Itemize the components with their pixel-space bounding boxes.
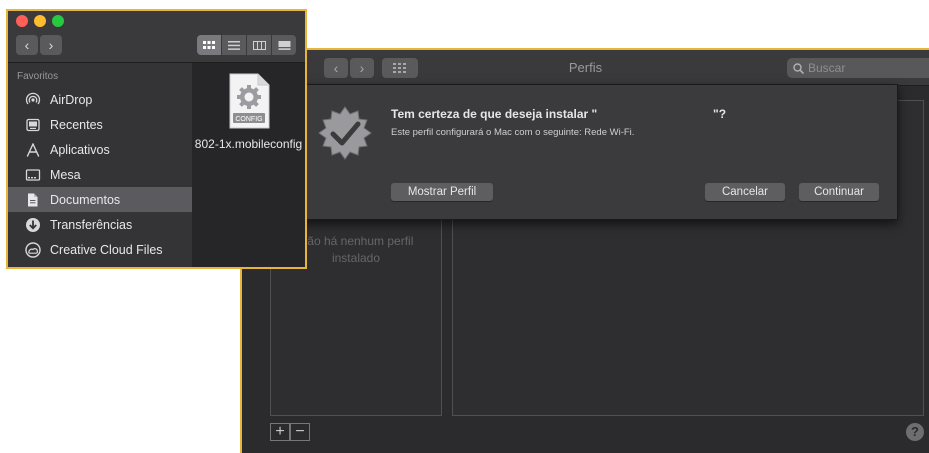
finder-nav: ‹ › bbox=[16, 35, 62, 55]
finder-toolbar: ‹ › bbox=[8, 11, 305, 63]
help-button[interactable]: ? bbox=[906, 423, 924, 441]
traffic-lights bbox=[16, 15, 64, 27]
search-field[interactable]: Buscar bbox=[787, 58, 929, 78]
sidebar-item-label: Aplicativos bbox=[50, 142, 110, 157]
icon-view-icon bbox=[203, 41, 215, 49]
install-confirmation-sheet: Tem certeza de que deseja instalar " "? … bbox=[296, 84, 898, 220]
sidebar-item-transferencias[interactable]: Transferências bbox=[8, 212, 192, 237]
desktop-icon bbox=[25, 168, 41, 181]
finder-window: ‹ › Favoritos AirDrop Recentes Aplicativ… bbox=[6, 9, 307, 269]
favorites-header: Favoritos bbox=[17, 71, 59, 82]
sidebar-item-label: AirDrop bbox=[50, 92, 93, 107]
sidebar-item-airdrop[interactable]: AirDrop bbox=[8, 87, 192, 112]
sidebar-item-label: Creative Cloud Files bbox=[50, 242, 163, 257]
column-view-icon bbox=[252, 40, 266, 50]
finder-back-button[interactable]: ‹ bbox=[16, 35, 38, 55]
minimize-window-button[interactable] bbox=[34, 15, 46, 27]
search-placeholder: Buscar bbox=[808, 61, 846, 75]
sheet-message: Este perfil configurará o Mac com o segu… bbox=[391, 127, 635, 138]
add-profile-button[interactable]: + bbox=[270, 423, 290, 441]
show-profile-button[interactable]: Mostrar Perfil bbox=[391, 183, 493, 201]
creative-cloud-icon bbox=[25, 241, 41, 258]
close-window-button[interactable] bbox=[16, 15, 28, 27]
sidebar-item-label: Transferências bbox=[50, 217, 133, 232]
finder-sidebar: Favoritos AirDrop Recentes Aplicativos M… bbox=[8, 63, 192, 267]
airdrop-icon bbox=[25, 92, 41, 104]
gallery-view-icon bbox=[278, 40, 290, 50]
file-badge: CONFIG bbox=[235, 116, 262, 123]
sidebar-item-label: Mesa bbox=[50, 167, 81, 182]
icon-view-button[interactable] bbox=[197, 35, 221, 55]
applications-icon bbox=[26, 142, 40, 157]
downloads-icon bbox=[26, 217, 40, 232]
profiles-titlebar: ‹ › Perfis Buscar bbox=[242, 50, 929, 86]
search-icon bbox=[793, 62, 804, 74]
sidebar-item-mesa[interactable]: Mesa bbox=[8, 162, 192, 187]
continue-button[interactable]: Continuar bbox=[799, 183, 879, 201]
config-file-icon[interactable]: CONFIG bbox=[228, 73, 270, 129]
sidebar-item-label: Documentos bbox=[50, 192, 121, 207]
list-view-icon bbox=[228, 40, 240, 50]
sidebar-item-label: Recentes bbox=[50, 117, 103, 132]
zoom-window-button[interactable] bbox=[52, 15, 64, 27]
remove-profile-button[interactable]: − bbox=[290, 423, 310, 441]
sidebar-item-creative-cloud[interactable]: Creative Cloud Files bbox=[8, 237, 192, 262]
finder-content: CONFIG 802-1x.mobileconfig bbox=[192, 63, 305, 267]
column-view-button[interactable] bbox=[247, 35, 271, 55]
sidebar-item-recentes[interactable]: Recentes bbox=[8, 112, 192, 137]
finder-forward-button[interactable]: › bbox=[40, 35, 62, 55]
sheet-title: Tem certeza de que deseja instalar " bbox=[391, 107, 598, 121]
sheet-title-end: "? bbox=[713, 107, 727, 121]
view-mode-switch bbox=[197, 35, 296, 55]
file-name[interactable]: 802-1x.mobileconfig bbox=[192, 137, 305, 152]
clock-icon bbox=[26, 118, 40, 131]
verified-badge-icon bbox=[318, 106, 372, 160]
documents-icon bbox=[28, 193, 38, 206]
sidebar-item-aplicativos[interactable]: Aplicativos bbox=[8, 137, 192, 162]
add-remove-controls: + − bbox=[270, 423, 310, 441]
gallery-view-button[interactable] bbox=[272, 35, 296, 55]
cancel-button[interactable]: Cancelar bbox=[705, 183, 785, 201]
sidebar-item-documentos[interactable]: Documentos bbox=[8, 187, 192, 212]
list-view-button[interactable] bbox=[222, 35, 246, 55]
